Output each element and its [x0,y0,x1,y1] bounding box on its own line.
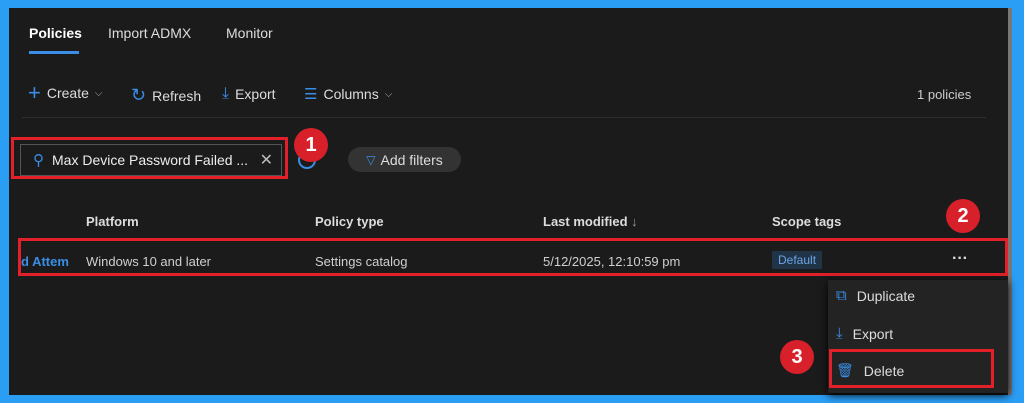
filter-icon: ▽ [366,152,376,167]
copy-icon: ⧉ [836,287,847,304]
policy-count: 1 policies [917,87,972,102]
add-filters-label: Add filters [380,151,443,168]
active-tab-indicator [29,51,79,54]
refresh-button[interactable]: ↻ Refresh [131,85,201,106]
annotation-badge-1: 1 [294,128,328,162]
header-scope-tags[interactable]: Scope tags [772,214,841,229]
export-button[interactable]: ⤓ Export [222,85,276,103]
header-last-modified[interactable]: Last modified ↓ [543,214,638,229]
header-policy-type[interactable]: Policy type [315,214,384,229]
chevron-down-icon: ⌵ [384,88,393,100]
menu-item-duplicate[interactable]: ⧉ Duplicate [836,287,915,304]
highlight-box-3 [829,349,994,388]
header-last-modified-label: Last modified [543,214,628,229]
refresh-icon: ↻ [131,85,147,105]
export-menu-label: Export [852,325,894,342]
annotation-badge-2: 2 [946,199,980,233]
highlight-box-2 [18,238,1008,276]
menu-item-export[interactable]: ⤓ Export [836,325,893,342]
create-label: Create [46,85,89,101]
create-button[interactable]: + Create ⌵ [28,80,103,105]
refresh-label: Refresh [152,87,202,104]
sort-down-icon: ↓ [631,214,638,229]
plus-icon: + [28,80,41,105]
chevron-down-icon: ⌵ [94,87,103,99]
columns-icon: ☰ [304,86,318,103]
download-icon: ⤓ [836,325,843,342]
export-label: Export [235,86,276,102]
columns-label: Columns [323,86,379,102]
download-icon: ⤓ [222,85,230,102]
divider [22,117,986,118]
header-platform[interactable]: Platform [86,214,139,229]
duplicate-label: Duplicate [856,287,916,304]
tab-policies[interactable]: Policies [29,25,82,41]
tab-monitor[interactable]: Monitor [226,25,273,41]
columns-button[interactable]: ☰ Columns ⌵ [304,85,392,103]
tab-import-admx[interactable]: Import ADMX [108,25,191,41]
highlight-box-1 [11,137,288,179]
add-filters-button[interactable]: ▽ Add filters [348,147,461,172]
annotation-badge-3: 3 [780,340,814,374]
scrollbar[interactable] [1008,8,1012,395]
